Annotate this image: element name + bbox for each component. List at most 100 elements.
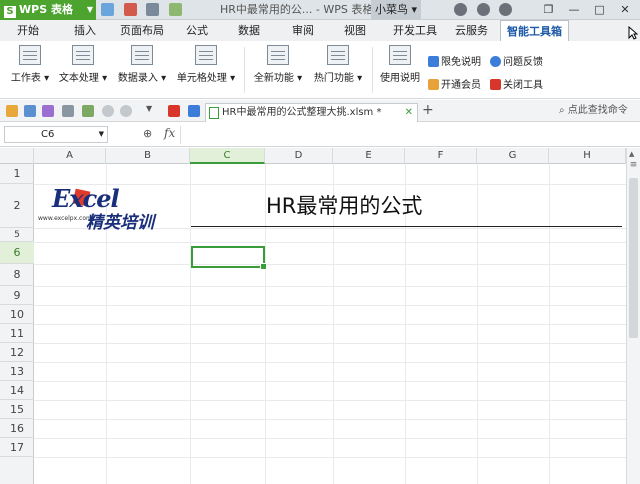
close-tab-icon[interactable]: ✕	[405, 104, 413, 122]
worksheet-button[interactable]: 工作表 ▾	[8, 43, 52, 84]
print-preview-icon[interactable]	[42, 105, 54, 117]
column-header-a[interactable]: A	[34, 148, 106, 164]
new-features-icon	[267, 45, 289, 65]
wps-home-icon[interactable]	[168, 105, 180, 117]
column-header-h[interactable]: H	[549, 148, 626, 164]
row-header[interactable]: 15	[0, 400, 34, 419]
data-entry-button[interactable]: 数据录入 ▾	[114, 43, 170, 84]
cube-icon[interactable]	[188, 105, 200, 117]
search-icon: ⌕	[559, 105, 565, 116]
row-header[interactable]: 5	[0, 228, 34, 242]
name-box[interactable]: C6 ▼	[4, 126, 108, 143]
spreadsheet-file-icon	[209, 107, 219, 119]
chevron-down-icon[interactable]: ▼	[146, 104, 154, 116]
zoom-icon[interactable]: ⊕	[143, 127, 152, 140]
membership-button[interactable]: 开通会员	[428, 76, 481, 91]
data-entry-icon	[131, 45, 153, 65]
mouse-cursor-icon	[628, 26, 638, 40]
wps-logo-icon: S	[4, 6, 16, 18]
cell-processing-icon	[195, 45, 217, 65]
scroll-up-icon[interactable]: ▲	[629, 150, 634, 158]
preview-icon[interactable]	[168, 3, 182, 16]
redo-icon[interactable]	[120, 105, 132, 117]
row-header[interactable]: 13	[0, 362, 34, 381]
gridline	[34, 343, 626, 344]
gridline	[34, 438, 626, 439]
tab-formulas[interactable]: 公式	[186, 20, 208, 41]
function-icon[interactable]: fx	[164, 126, 175, 140]
feedback-button[interactable]: 问题反馈	[490, 53, 543, 68]
row-header[interactable]: 14	[0, 381, 34, 400]
chevron-down-icon[interactable]: ▼	[99, 127, 104, 142]
help-icon	[490, 56, 501, 67]
minimize-icon[interactable]: —	[563, 0, 585, 20]
row-header[interactable]: 9	[0, 286, 34, 305]
document-tab[interactable]: HR中最常用的公式整理大挑.xlsm * ✕	[205, 103, 418, 122]
column-header-e[interactable]: E	[333, 148, 405, 164]
gridline	[34, 286, 626, 287]
menu-bar: 开始 插入 页面布局 公式 数据 审阅 视图 开发工具 云服务 智能工具箱	[0, 20, 640, 41]
tab-home[interactable]: 开始	[17, 20, 39, 41]
row-header[interactable]: 17	[0, 438, 34, 457]
row-header[interactable]: 8	[0, 264, 34, 286]
column-header-g[interactable]: G	[477, 148, 549, 164]
select-all-corner[interactable]	[0, 148, 34, 164]
new-features-label: 全新功能 ▾	[253, 73, 303, 84]
scrollbar-thumb[interactable]	[629, 178, 638, 338]
instructions-button[interactable]: 使用说明	[378, 43, 422, 84]
tab-cloud[interactable]: 云服务	[455, 20, 488, 41]
tab-review[interactable]: 审阅	[292, 20, 314, 41]
column-header-f[interactable]: F	[405, 148, 477, 164]
user-account[interactable]: 小菜鸟 ▾	[371, 0, 422, 20]
save-icon[interactable]	[101, 3, 114, 16]
restore-icon[interactable]: ❐	[538, 0, 560, 20]
share-icon[interactable]	[476, 3, 490, 16]
row-header[interactable]: 6	[0, 242, 34, 264]
column-header-c[interactable]: C	[190, 148, 265, 164]
hot-features-icon	[327, 45, 349, 65]
cell-processing-button[interactable]: 单元格处理 ▾	[174, 43, 238, 84]
command-search[interactable]: ⌕ 点此查找命令	[559, 100, 640, 122]
tab-page-layout[interactable]: 页面布局	[120, 20, 164, 41]
ribbon-separator	[244, 47, 245, 93]
row-header[interactable]: 2	[0, 184, 34, 228]
close-tools-button[interactable]: 关闭工具	[490, 76, 543, 91]
sheet-heading: HR最常用的公式	[266, 194, 423, 218]
tab-developer[interactable]: 开发工具	[393, 20, 437, 41]
save-icon[interactable]	[24, 105, 36, 117]
row-header[interactable]: 12	[0, 343, 34, 362]
export-icon[interactable]	[82, 105, 94, 117]
new-features-button[interactable]: 全新功能 ▾	[250, 43, 306, 84]
split-handle-icon[interactable]: ≡	[628, 160, 639, 172]
tab-smart-toolbox[interactable]: 智能工具箱	[500, 20, 569, 41]
tab-insert[interactable]: 插入	[74, 20, 96, 41]
app-menu-button[interactable]: S WPS 表格 ▼	[0, 0, 96, 20]
pdf-icon[interactable]	[123, 3, 137, 16]
column-header-d[interactable]: D	[265, 148, 333, 164]
new-tab-button[interactable]: +	[422, 102, 434, 118]
selected-cell-c6[interactable]	[191, 246, 267, 270]
text-processing-button[interactable]: 文本处理 ▾	[56, 43, 110, 84]
tab-data[interactable]: 数据	[238, 20, 260, 41]
vertical-scrollbar[interactable]: ▲ ≡	[626, 148, 640, 484]
row-header[interactable]: 16	[0, 419, 34, 438]
worksheet-grid[interactable]: A B C D E F G H 1 2 5 6 8 9 10 11 12 13 …	[0, 148, 640, 484]
hot-features-label: 热门功能 ▾	[313, 73, 363, 84]
column-header-b[interactable]: B	[106, 148, 190, 164]
print-icon[interactable]	[146, 3, 159, 16]
row-header[interactable]: 10	[0, 305, 34, 324]
row-header[interactable]: 1	[0, 164, 34, 184]
hot-features-button[interactable]: 热门功能 ▾	[310, 43, 366, 84]
open-folder-icon[interactable]	[6, 105, 18, 117]
close-window-icon[interactable]: ✕	[614, 0, 636, 20]
free-limit-button[interactable]: 限免说明	[428, 53, 481, 68]
search-placeholder: 点此查找命令	[567, 105, 628, 116]
row-header[interactable]: 11	[0, 324, 34, 343]
print-icon[interactable]	[62, 105, 74, 117]
window-controls: ❐ — □ ✕	[538, 0, 637, 20]
undo-icon[interactable]	[102, 105, 114, 117]
maximize-icon[interactable]: □	[589, 0, 611, 20]
tab-view[interactable]: 视图	[344, 20, 366, 41]
skin-icon[interactable]	[454, 3, 467, 16]
settings-icon[interactable]	[499, 3, 512, 16]
